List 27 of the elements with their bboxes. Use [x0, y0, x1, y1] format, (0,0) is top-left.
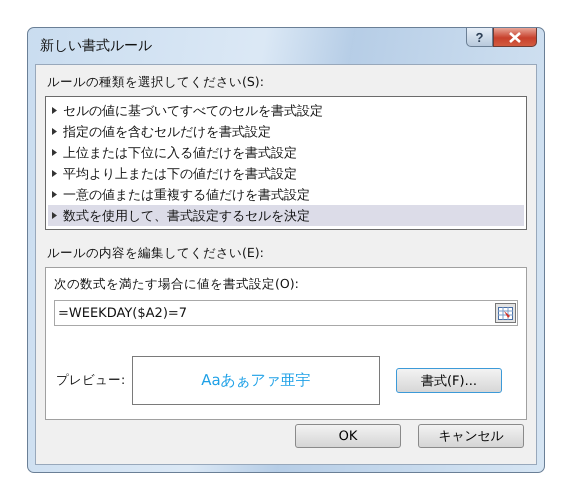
dialog-button[interactable]: OK: [295, 424, 401, 448]
grid-icon: [498, 306, 513, 320]
triangle-icon: [52, 191, 57, 198]
dialog-button[interactable]: キャンセル: [418, 424, 524, 448]
preview-label: プレビュー:: [55, 372, 126, 389]
triangle-icon: [52, 149, 57, 156]
triangle-icon: [52, 107, 57, 114]
rule-type-item[interactable]: 平均より上または下の値だけを書式設定: [48, 163, 524, 184]
formula-label: 次の数式を満たす場合に値を書式設定(O):: [54, 276, 300, 293]
triangle-icon: [52, 170, 57, 177]
rule-type-item[interactable]: 一意の値または重複する値だけを書式設定: [48, 184, 524, 205]
rule-type-item[interactable]: 指定の値を含むセルだけを書式設定: [48, 121, 524, 142]
triangle-icon: [52, 212, 57, 219]
format-button[interactable]: 書式(F)...: [396, 368, 502, 393]
window-title: 新しい書式ルール: [39, 37, 153, 55]
triangle-icon: [52, 128, 57, 135]
section-label: ルールの種類を選択してください(S):: [46, 73, 265, 91]
range-select-button[interactable]: [495, 303, 516, 323]
formula-field[interactable]: =WEEKDAY($A2)=7: [54, 300, 518, 326]
rule-type-item[interactable]: セルの値に基づいてすべてのセルを書式設定: [48, 100, 524, 121]
rule-type-item[interactable]: 数式を使用して、書式設定するセルを決定: [48, 205, 524, 226]
section-label: ルールの内容を編集してください(E):: [46, 244, 265, 262]
close-button[interactable]: [493, 28, 537, 47]
preview-box: Aaあぁアァ亜宇: [132, 356, 380, 405]
close-icon: [508, 32, 522, 42]
rule-type-item[interactable]: 上位または下位に入る値だけを書式設定: [48, 142, 524, 163]
help-button[interactable]: ?: [466, 28, 493, 47]
